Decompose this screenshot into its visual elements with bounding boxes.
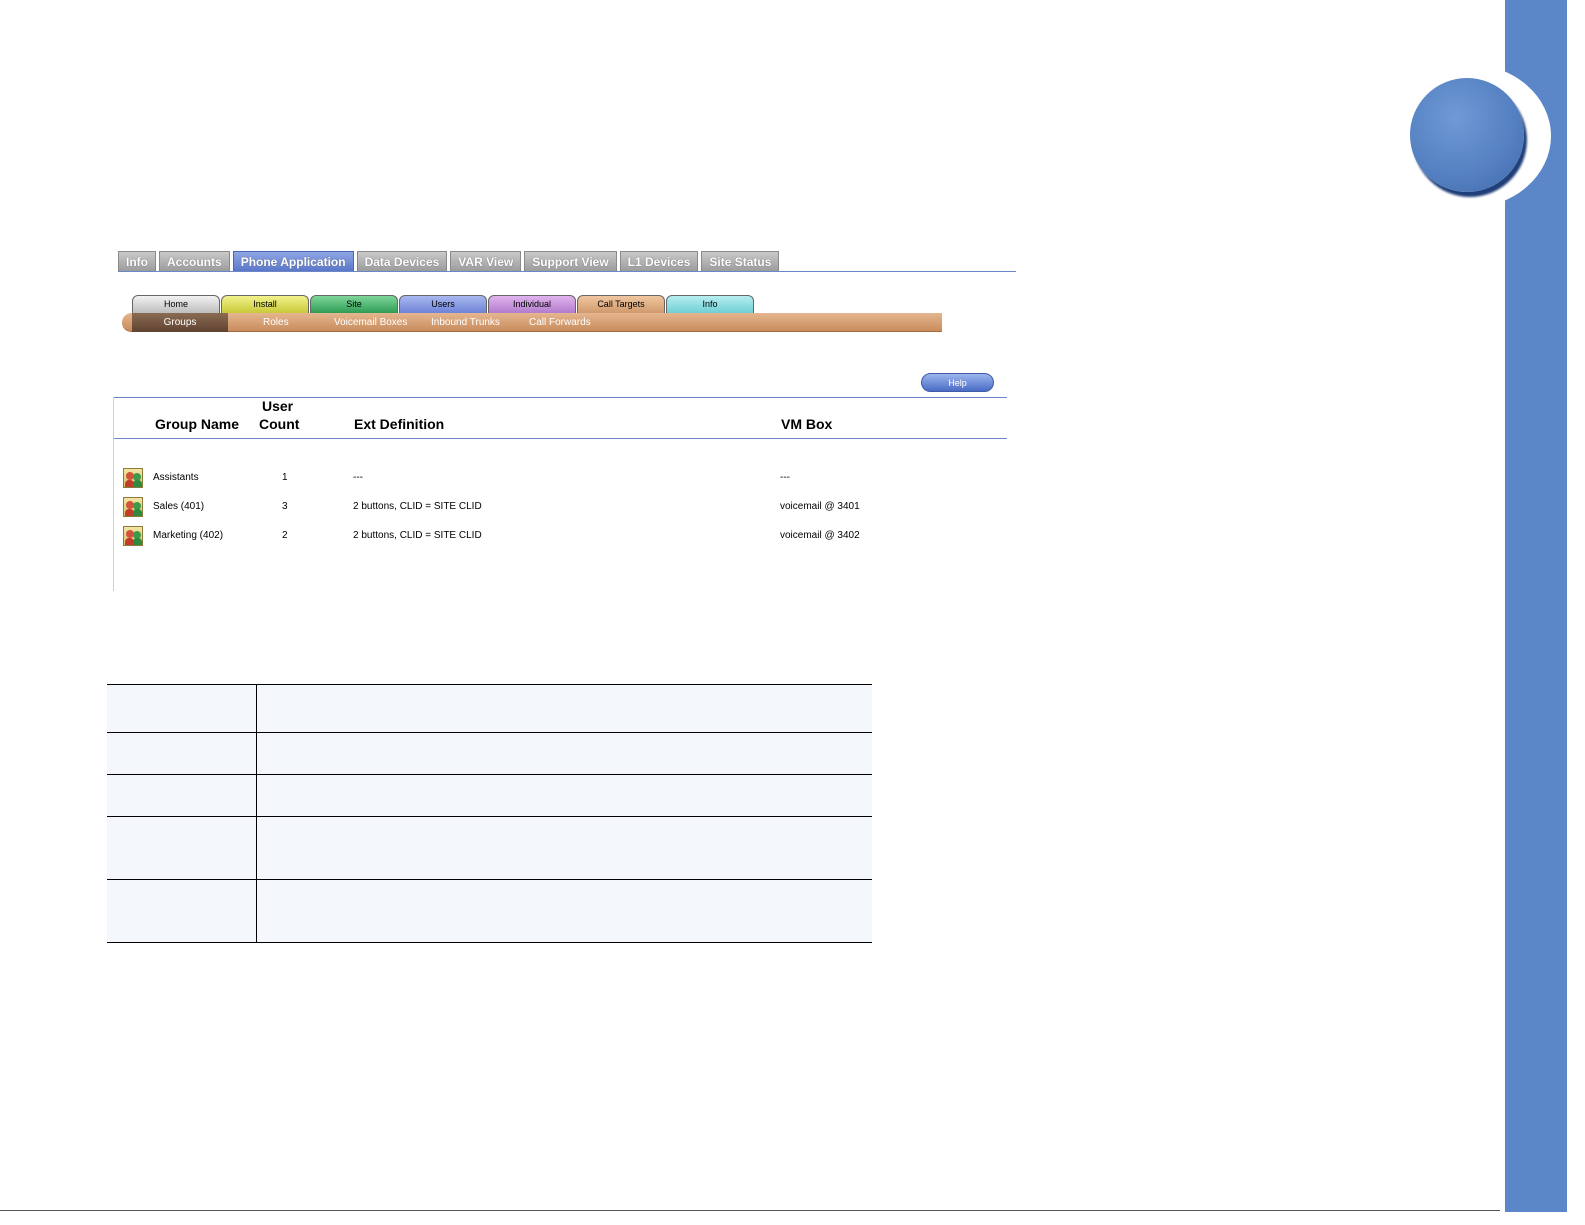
table-left-border [113,397,114,591]
column-header-group-name[interactable]: Group Name [155,416,239,433]
group-icon[interactable] [123,497,143,517]
reference-cell-description [257,685,872,732]
footer-rule [0,1210,1500,1211]
tab-info[interactable]: Info [118,251,156,271]
user-count: 3 [282,501,288,512]
user-count: 2 [282,530,288,541]
section-tab-users[interactable]: Users [399,295,487,313]
sub-tab-bar: Groups Roles Voicemail Boxes Inbound Tru… [122,313,942,332]
ext-definition: 2 buttons, CLID = SITE CLID [353,501,482,512]
group-name-link[interactable]: Marketing (402) [153,530,223,542]
reference-cell-description [257,733,872,774]
sub-tab-call-forwards[interactable]: Call Forwards [529,313,591,332]
tab-data-devices[interactable]: Data Devices [356,251,448,271]
tab-site-status[interactable]: Site Status [701,251,780,271]
section-tab-individual[interactable]: Individual [488,295,576,313]
reference-row [107,684,872,732]
tab-var-view[interactable]: VAR View [450,251,522,271]
section-tab-call-targets[interactable]: Call Targets [577,295,665,313]
reference-row [107,816,872,879]
reference-cell-label [107,817,257,879]
help-button[interactable]: Help [921,373,994,392]
user-count: 1 [282,472,288,483]
group-icon[interactable] [123,468,143,488]
section-tab-info[interactable]: Info [666,295,754,313]
tab-l1-devices[interactable]: L1 Devices [619,251,699,271]
column-header-vm-box[interactable]: VM Box [781,416,832,433]
column-header-user-count-line2[interactable]: Count [259,416,299,433]
section-tab-home[interactable]: Home [132,295,220,313]
reference-cell-description [257,880,872,942]
tab-accounts[interactable]: Accounts [159,251,230,271]
sub-tab-voicemail-boxes[interactable]: Voicemail Boxes [334,313,407,332]
reference-cell-description [257,817,872,879]
reference-cell-label [107,880,257,942]
ext-definition: --- [353,472,363,483]
top-nav-divider [118,271,1016,272]
sub-tab-groups[interactable]: Groups [132,313,228,332]
ext-definition: 2 buttons, CLID = SITE CLID [353,530,482,541]
sub-tab-roles[interactable]: Roles [263,313,289,332]
vm-box: voicemail @ 3402 [780,530,860,541]
group-name-link[interactable]: Sales (401) [153,501,204,513]
table-top-rule [114,397,1007,398]
reference-cell-label [107,685,257,732]
reference-cell-label [107,775,257,816]
reference-row [107,879,872,943]
reference-row [107,732,872,774]
reference-table [107,684,872,943]
top-nav: Info Accounts Phone Application Data Dev… [118,251,780,271]
reference-row [107,774,872,816]
section-tab-site[interactable]: Site [310,295,398,313]
group-name-link[interactable]: Assistants [153,472,199,484]
vm-box: voicemail @ 3401 [780,501,860,512]
vm-box: --- [780,472,790,483]
reference-cell-label [107,733,257,774]
sub-tab-inbound-trunks[interactable]: Inbound Trunks [431,313,500,332]
section-tabs: Home Install Site Users Individual Call … [132,295,755,313]
group-icon[interactable] [123,526,143,546]
column-header-ext-definition[interactable]: Ext Definition [354,416,444,433]
column-header-user-count-line1[interactable]: User [262,398,293,415]
section-tab-install[interactable]: Install [221,295,309,313]
chapter-disc-icon [1410,78,1524,192]
reference-cell-description [257,775,872,816]
tab-support-view[interactable]: Support View [524,251,617,271]
table-header-rule [114,438,1007,439]
tab-phone-application[interactable]: Phone Application [232,251,354,271]
